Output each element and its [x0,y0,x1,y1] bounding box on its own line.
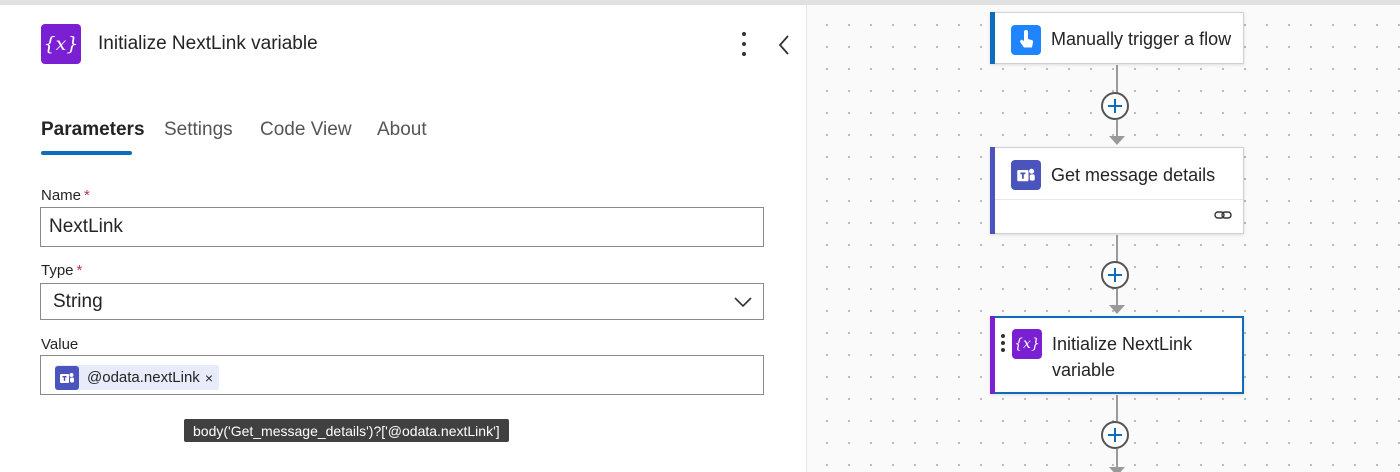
variable-icon: {x} [41,24,81,64]
insert-step-button[interactable] [1101,261,1129,289]
connector-line [1116,235,1118,262]
tab-settings[interactable]: Settings [164,119,233,141]
connector-line [1116,65,1118,95]
arrow-down-icon [1109,467,1125,472]
collapse-panel-button[interactable] [772,31,798,59]
get-message-details-card[interactable]: Get message details [990,147,1244,234]
dynamic-content-token[interactable]: @odata.nextLink × [55,365,219,390]
flow-canvas[interactable]: Manually trigger a flow Get message deta… [807,5,1400,472]
active-tab-indicator [41,151,132,155]
more-vertical-icon [742,32,746,36]
type-dropdown[interactable]: String [40,283,764,320]
panel-title: Initialize NextLink variable [98,33,318,54]
required-mark: * [84,187,90,204]
initialize-variable-title: Initialize NextLink variable [1052,334,1193,380]
variable-icon: {x} [1012,329,1042,359]
connector-line [1116,395,1118,421]
link-icon[interactable] [1214,208,1232,222]
arrow-down-icon [1109,305,1125,314]
expression-tooltip: body('Get_message_details')?['@odata.nex… [184,419,509,442]
name-input[interactable]: NextLink [40,207,764,247]
name-input-value: NextLink [49,216,123,237]
tab-code-view[interactable]: Code View [260,119,352,141]
get-message-details-title: Get message details [1051,165,1216,185]
trigger-card-title: Manually trigger a flow [1051,29,1232,49]
required-mark: * [76,262,83,279]
connector-line [1116,120,1118,137]
drag-handle-icon[interactable] [1001,334,1005,352]
card-divider [995,199,1243,200]
chevron-left-icon [778,35,789,55]
token-label: @odata.nextLink [87,369,200,386]
arrow-down-icon [1109,136,1125,145]
touch-icon [1011,25,1041,55]
tab-about[interactable]: About [377,119,427,141]
action-details-panel: {x} Initialize NextLink variable Paramet… [0,5,806,472]
type-dropdown-value: String [53,290,103,312]
initialize-variable-card[interactable]: {x} Initialize NextLink variable [990,316,1244,394]
trigger-card[interactable]: Manually trigger a flow [990,12,1244,64]
insert-step-button[interactable] [1101,421,1129,449]
chevron-down-icon [734,297,752,308]
teams-icon [55,365,79,390]
more-options-button[interactable] [733,29,755,61]
name-label: Name * [41,187,90,204]
insert-step-button[interactable] [1101,92,1129,120]
value-input[interactable]: @odata.nextLink × [40,355,764,395]
remove-token-button[interactable]: × [205,370,213,386]
tab-parameters[interactable]: Parameters [41,119,145,141]
type-label: Type * [41,262,83,279]
value-label: Value [41,336,79,353]
teams-icon [1011,160,1041,190]
